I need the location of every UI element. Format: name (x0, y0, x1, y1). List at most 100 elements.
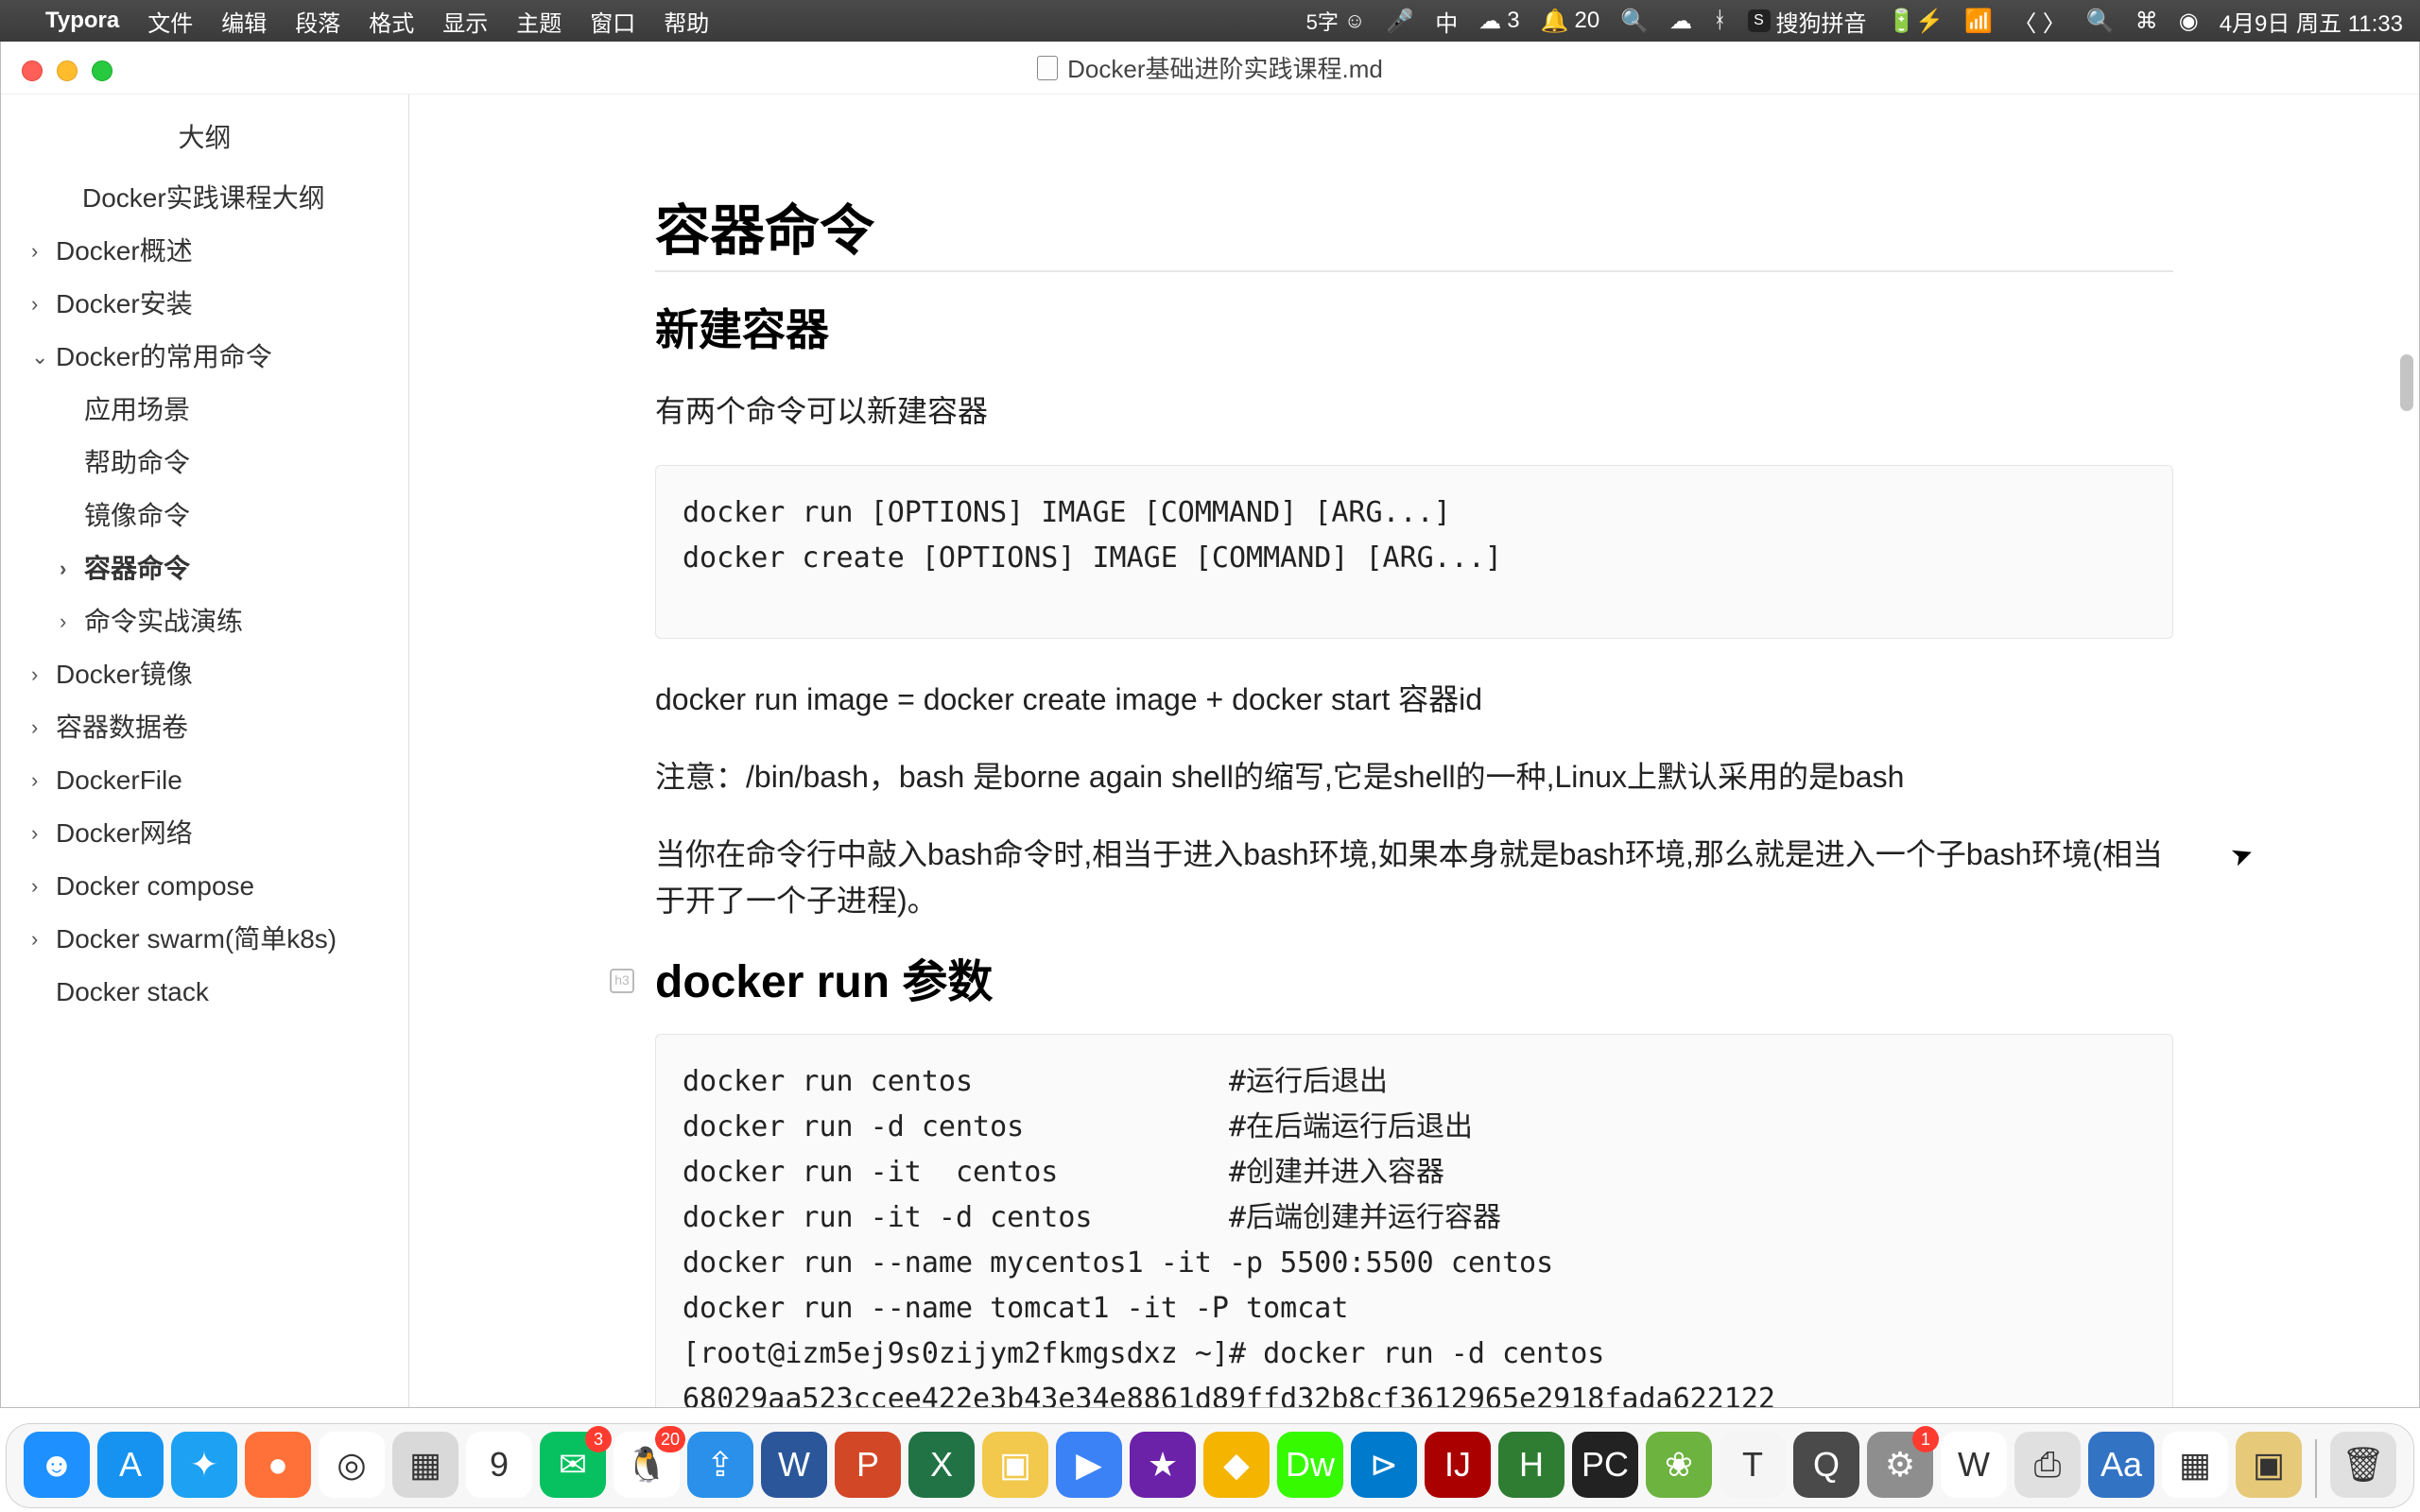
dock-appstore-icon[interactable]: A (97, 1432, 164, 1498)
dock-chrome-icon[interactable]: ◎ (319, 1432, 385, 1498)
outline-item[interactable]: ›DockerFile (1, 754, 408, 807)
dock-preview-icon[interactable]: ▦ (2162, 1432, 2228, 1498)
menu-edit[interactable]: 编辑 (221, 5, 267, 38)
dock: ☻A✦●◎▦9✉3🐧20⇪WPX▣▶★◆Dw⊳IJHPC❀TQ⚙1W⎙Aa▦▣🗑 (6, 1423, 2414, 1508)
outline-item[interactable]: ›Docker compose (1, 860, 408, 913)
menu-view[interactable]: 显示 (442, 5, 488, 38)
dock-folder2-icon[interactable]: ▣ (2236, 1432, 2302, 1498)
outline-item-label: Docker compose (56, 873, 254, 900)
dock-hbuilder-icon[interactable]: H (1498, 1432, 1564, 1498)
outline-item[interactable]: ›容器命令 (1, 542, 408, 595)
control-center-icon[interactable]: ⌘ (2135, 8, 2158, 35)
menu-format[interactable]: 格式 (369, 5, 414, 38)
code-block-1[interactable]: docker run [OPTIONS] IMAGE [COMMAND] [AR… (655, 465, 2173, 639)
dock-trash-icon[interactable]: 🗑 (2330, 1432, 2396, 1498)
dock-qq-icon[interactable]: 🐧20 (614, 1432, 680, 1498)
document-icon (1037, 56, 1058, 80)
menu-help[interactable]: 帮助 (664, 5, 709, 38)
outline-item[interactable]: ›容器数据卷 (1, 701, 408, 754)
app-menu[interactable]: Typora (45, 8, 119, 34)
dock-safari-icon[interactable]: ✦ (171, 1432, 237, 1498)
clock-status[interactable]: 4月9日 周五 11:33 (2220, 5, 2403, 38)
outline-item[interactable]: ›命令实战演练 (1, 595, 408, 648)
dock-imovie-icon[interactable]: ★ (1130, 1432, 1196, 1498)
cc-icon[interactable]: ☁ (1669, 8, 1692, 35)
dock-spring-icon[interactable]: ❀ (1646, 1432, 1712, 1498)
outline-item[interactable]: ›Docker安装 (1, 278, 408, 331)
dock-intellij-icon[interactable]: IJ (1425, 1432, 1491, 1498)
battery-icon[interactable]: 🔋⚡ (1888, 8, 1945, 35)
close-window-button[interactable] (22, 60, 43, 81)
code-icon[interactable]: 〈 〉 (2014, 5, 2066, 38)
search-icon[interactable]: 🔍 (2086, 8, 2115, 35)
dock-folder-icon[interactable]: ▣ (982, 1432, 1048, 1498)
dock-printer-icon[interactable]: ⎙ (2014, 1432, 2081, 1498)
heading-1[interactable]: 容器命令 (655, 198, 2173, 272)
editor-content[interactable]: 容器命令 新建容器 有两个命令可以新建容器 docker run [OPTION… (409, 94, 2419, 1407)
outline-item[interactable]: ›Docker镜像 (1, 648, 408, 701)
dock-quicktime-icon[interactable]: Q (1793, 1432, 1859, 1498)
outline-item-label: 容器命令 (84, 556, 190, 582)
caret-icon: › (31, 664, 50, 685)
dock-calendar-icon[interactable]: 9 (466, 1432, 532, 1498)
outline-item-label: Docker的常用命令 (56, 344, 272, 370)
outline-item[interactable]: 应用场景 (1, 384, 408, 437)
spotlight-icon[interactable]: 🔍 (1620, 8, 1649, 35)
dock-vscode-icon[interactable]: ⊳ (1351, 1432, 1417, 1498)
dock-airdrop-icon[interactable]: ⇪ (687, 1432, 753, 1498)
dock-excel-icon[interactable]: X (908, 1432, 975, 1498)
menu-file[interactable]: 文件 (147, 5, 193, 38)
siri-icon[interactable]: ◉ (2179, 8, 2199, 35)
paragraph[interactable]: 有两个命令可以新建容器 (655, 388, 2173, 436)
dock-firefox-icon[interactable]: ● (245, 1432, 311, 1498)
outline-item-label: 容器数据卷 (56, 714, 188, 741)
input-language-indicator[interactable]: 中 (1435, 5, 1458, 38)
dock-settings-icon[interactable]: ⚙1 (1867, 1432, 1933, 1498)
scrollbar-thumb[interactable] (2400, 354, 2413, 411)
typora-window: Docker基础进阶实践课程.md 大纲 Docker实践课程大纲›Docker… (0, 42, 2420, 1408)
zoom-window-button[interactable] (92, 60, 112, 81)
outline-item[interactable]: ›Docker swarm(简单k8s) (1, 913, 408, 966)
dock-media-icon[interactable]: ▶ (1056, 1432, 1122, 1498)
outline-item[interactable]: Docker实践课程大纲 (1, 172, 408, 225)
paragraph[interactable]: 当你在命令行中敲入bash命令时,相当于进入bash环境,如果本身就是bash环… (655, 832, 2173, 925)
dock-dreamweaver-icon[interactable]: Dw (1277, 1432, 1343, 1498)
caret-icon: › (31, 294, 50, 315)
dock-word-icon[interactable]: W (761, 1432, 827, 1498)
menu-paragraph[interactable]: 段落 (295, 5, 340, 38)
dock-dictionary-icon[interactable]: Aa (2088, 1432, 2154, 1498)
mic-icon[interactable]: 🎤 (1386, 8, 1414, 35)
outline-item[interactable]: 帮助命令 (1, 437, 408, 490)
outline-item[interactable]: 镜像命令 (1, 490, 408, 542)
menu-window[interactable]: 窗口 (590, 5, 635, 38)
code-block-2[interactable]: docker run centos #运行后退出 docker run -d c… (655, 1034, 2173, 1407)
menu-theme[interactable]: 主题 (516, 5, 562, 38)
dock-launchpad-icon[interactable]: ▦ (392, 1432, 458, 1498)
dock-finder-icon[interactable]: ☻ (24, 1432, 90, 1498)
dock-powerpoint-icon[interactable]: P (835, 1432, 901, 1498)
minimize-window-button[interactable] (57, 60, 78, 81)
paragraph[interactable]: docker run image = docker create image +… (655, 677, 2173, 724)
outline-item-label: Docker网络 (56, 820, 193, 847)
wechat-status-icon[interactable]: ☁ 3 (1478, 8, 1519, 35)
dock-wps-icon[interactable]: W (1941, 1432, 2007, 1498)
ime-status[interactable]: S 搜狗拼音 (1748, 5, 1867, 38)
outline-item[interactable]: Docker stack (1, 966, 408, 1019)
wifi-icon[interactable]: 📶 (1964, 8, 1993, 35)
caret-icon: › (60, 611, 78, 632)
outline-item[interactable]: ⌄Docker的常用命令 (1, 331, 408, 384)
dock-misc1-icon[interactable]: ◆ (1203, 1432, 1270, 1498)
word-count-status[interactable]: 5字 ☺ (1306, 6, 1366, 36)
outline-item[interactable]: ›Docker概述 (1, 225, 408, 278)
dock-pycharm-icon[interactable]: PC (1572, 1432, 1638, 1498)
bluetooth-icon[interactable]: ᚼ (1713, 8, 1726, 34)
dock-wechat-icon[interactable]: ✉3 (540, 1432, 606, 1498)
outline-item-label: Docker概述 (56, 238, 193, 265)
paragraph[interactable]: 注意：/bin/bash，bash 是borne again shell的缩写,… (655, 754, 2173, 801)
heading-2[interactable]: 新建容器 (655, 304, 2173, 356)
outline-item[interactable]: ›Docker网络 (1, 807, 408, 860)
heading-3[interactable]: h3 docker run 参数 (655, 955, 2173, 1010)
dock-typora-icon[interactable]: T (1720, 1432, 1786, 1498)
notification-status-icon[interactable]: 🔔 20 (1541, 8, 1600, 35)
outline-item-label: DockerFile (56, 767, 182, 794)
